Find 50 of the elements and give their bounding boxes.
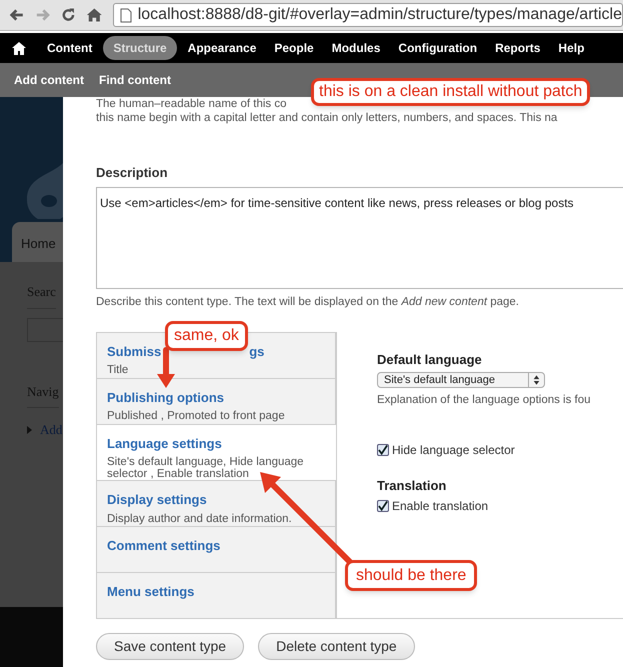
tab-title: Publishing options — [107, 388, 224, 407]
language-select[interactable]: Site's default language — [377, 372, 545, 388]
shortcut-link[interactable]: Find content — [99, 71, 171, 89]
form-button[interactable]: Delete content type — [258, 632, 415, 660]
field-label: Description — [96, 164, 169, 182]
tab-title: Comment settings — [107, 536, 220, 555]
vertical-tab[interactable]: Publishing options Published , Promoted to front page — [97, 378, 336, 425]
form-button[interactable]: Save content type — [96, 632, 244, 660]
field-label: Translation — [377, 476, 448, 494]
tab-title: Submiss — [107, 342, 162, 361]
vertical-tab[interactable]: Language settings Site's default language, Hide language selector , Enable translation — [97, 424, 336, 482]
help-text: Describe this content type. The text will be displayed on the Add new content page. — [96, 294, 520, 310]
toolbar-link[interactable]: Modules — [324, 36, 388, 60]
tab-summary: Display author and date information. — [107, 512, 293, 525]
checkbox[interactable] — [377, 500, 389, 512]
tab-title: Language settings — [107, 434, 222, 453]
checkbox-label: Hide language selector — [392, 442, 515, 458]
home-icon[interactable] — [12, 42, 26, 54]
background-footer — [0, 607, 63, 667]
checkbox-label: Enable translation — [392, 498, 488, 515]
toolbar-link[interactable]: Reports — [488, 36, 548, 60]
toolbar-link[interactable]: People — [267, 36, 321, 60]
tab-summary: Published , Promoted to front page — [107, 410, 286, 422]
vertical-tab[interactable]: Display settings Display author and date information. — [97, 481, 336, 527]
toolbar-link[interactable]: Appearance — [180, 36, 264, 60]
shortcut-link[interactable]: Add content — [14, 71, 84, 89]
tab-summary: Title — [107, 364, 130, 376]
tab-title: Display settings — [107, 491, 207, 510]
annotation-tooltip: should be there — [345, 560, 478, 591]
vertical-tab[interactable]: Menu settings — [97, 572, 336, 618]
description-textarea[interactable]: Use <em>articles</em> for time-sensitive content like news, press releases or blog posts — [96, 186, 623, 288]
help-text: The human–readable name of this co — [96, 97, 288, 111]
page-icon[interactable] — [120, 8, 132, 22]
help-text: this name begin with a capital letter and contain only letters, numbers, and spaces. This na — [96, 111, 558, 125]
help-text: Explanation of the language options is fou — [377, 393, 592, 408]
tab-summary: Site's default language, Hide language selector , Enable translation — [107, 456, 305, 480]
annotation-tooltip: same, ok — [165, 321, 248, 351]
annotation-tooltip: this is on a clean install without patch — [311, 78, 590, 106]
vertical-tab[interactable]: Comment settings — [97, 526, 336, 573]
url-text: localhost:8888/d8-git/#overlay=admin/structure/types/manage/article — [138, 5, 622, 25]
toolbar-link[interactable]: Content — [40, 36, 100, 60]
back-icon[interactable] — [8, 7, 25, 23]
address-bar[interactable]: localhost:8888/d8-git/#overlay=admin/structure/types/manage/article — [112, 3, 623, 27]
toolbar-link[interactable]: Help — [551, 36, 592, 60]
checkbox[interactable] — [377, 444, 389, 456]
toolbar-link[interactable]: Configuration — [391, 36, 484, 60]
tab-title: Menu settings — [107, 582, 194, 601]
tab-title: gs — [249, 342, 264, 361]
field-label: Default language — [377, 350, 483, 369]
reload-icon[interactable] — [61, 7, 76, 23]
